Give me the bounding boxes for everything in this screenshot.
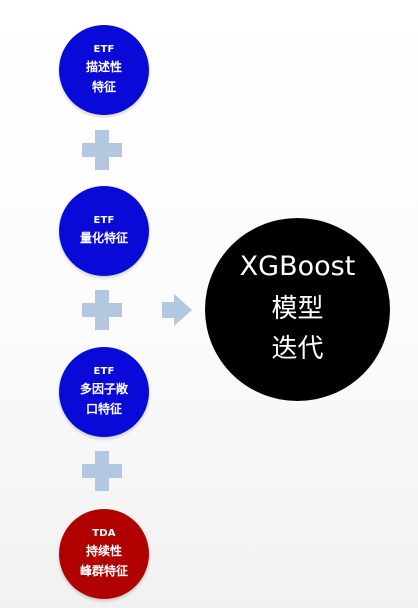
feature-tag: ETF <box>93 366 115 377</box>
plus-vertical-bar <box>95 290 109 330</box>
plus-icon <box>82 130 122 170</box>
etf-descriptive-feature-circle: ETF 描述性 特征 <box>59 25 149 115</box>
model-line-1: 模型 <box>271 293 324 324</box>
etf-quantitative-feature-circle: ETF 量化特征 <box>59 186 149 276</box>
plus-icon <box>82 290 122 330</box>
right-arrow-shape <box>162 294 192 326</box>
plus-icon <box>82 451 122 491</box>
feature-tag: ETF <box>93 215 115 226</box>
model-line-2: 迭代 <box>271 333 324 364</box>
xgboost-model-circle: XGBoost 模型 迭代 <box>205 218 390 401</box>
feature-label-line-1: 多因子敞 <box>79 382 128 396</box>
feature-label-line-2: 特征 <box>91 80 116 94</box>
feature-label-line-1: 量化特征 <box>79 231 128 245</box>
feature-flow-diagram: ETF 描述性 特征 ETF 量化特征 ETF 多因子敞 口特征 TDA 持续性… <box>0 0 418 608</box>
feature-label-line-1: 持续性 <box>85 544 122 558</box>
feature-tag: ETF <box>93 44 115 55</box>
plus-vertical-bar <box>95 451 109 491</box>
feature-label-line-2: 峰群特征 <box>79 564 128 578</box>
plus-vertical-bar <box>95 130 109 170</box>
feature-label-line-1: 描述性 <box>85 60 122 74</box>
etf-multifactor-feature-circle: ETF 多因子敞 口特征 <box>59 347 149 437</box>
right-arrow-icon <box>160 292 194 328</box>
feature-label-line-2: 口特征 <box>85 402 122 416</box>
model-title: XGBoost <box>239 250 356 282</box>
tda-persistence-feature-circle: TDA 持续性 峰群特征 <box>59 509 149 599</box>
feature-tag: TDA <box>92 528 116 539</box>
